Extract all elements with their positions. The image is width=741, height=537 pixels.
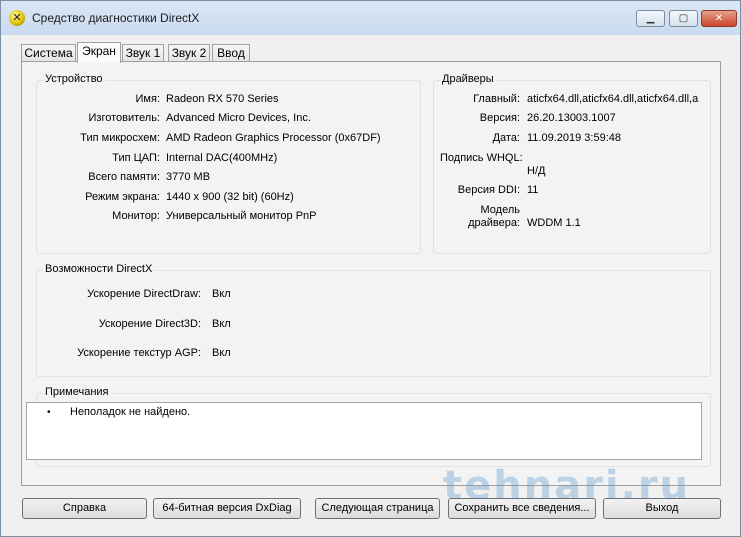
tab-system[interactable]: Система [21,44,76,62]
directx-icon: ✕ [9,10,25,26]
maximize-button[interactable]: ▢ [669,10,698,27]
total-memory-value: 3770 MB [166,171,211,183]
close-button[interactable]: ✕ [701,10,737,27]
driver-version-value: 26.20.13003.1007 [527,112,616,124]
manufacturer-label: Изготовитель: [88,112,161,124]
save-all-button[interactable]: Сохранить все сведения... [448,498,596,519]
chip-type-value: AMD Radeon Graphics Processor (0x67DF) [166,132,381,144]
next-page-button[interactable]: Следующая страница [315,498,440,519]
dac-type-label: Тип ЦАП: [112,152,160,164]
device-group-title: Устройство [43,73,105,85]
directdraw-value: Вкл [212,288,231,300]
display-mode-value: 1440 x 900 (32 bit) (60Hz) [166,191,294,203]
tab-sound-1[interactable]: Звук 1 [122,44,164,62]
drivers-group-title: Драйверы [440,73,496,85]
tab-display[interactable]: Экран [77,42,121,63]
help-button[interactable]: Справка [22,498,147,519]
minimize-icon: ▁ [646,13,655,24]
title-bar[interactable]: ✕ Средство диагностики DirectX ▁ ▢ ✕ [1,1,740,35]
driver-version-label: Версия: [479,112,520,124]
notes-item: Неполадок не найдено. [70,406,191,418]
dxdiag-window: ✕ Средство диагностики DirectX ▁ ▢ ✕ Сис… [0,0,741,537]
direct3d-value: Вкл [212,318,231,330]
driver-model-label-1: Модель [480,204,520,216]
device-name-label: Имя: [135,93,160,105]
chip-type-label: Тип микросхем: [80,132,160,144]
total-memory-label: Всего памяти: [88,171,160,183]
ddi-version-label: Версия DDI: [457,184,520,196]
ddi-version-value: 11 [527,184,539,196]
driver-model-label-2: драйвера: [468,217,520,229]
monitor-value: Универсальный монитор PnP [166,210,317,222]
display-mode-label: Режим экрана: [85,191,160,203]
notes-bullet: • [47,407,51,418]
dac-type-value: Internal DAC(400MHz) [166,152,278,164]
main-driver-value: aticfx64.dll,aticfx64.dll,aticfx64.dll,a [527,93,699,105]
close-icon: ✕ [714,13,724,24]
exit-button[interactable]: Выход [603,498,721,519]
monitor-label: Монитор: [112,210,160,222]
manufacturer-value: Advanced Micro Devices, Inc. [166,112,311,124]
directdraw-label: Ускорение DirectDraw: [87,288,201,300]
whql-label: Подпись WHQL: [440,152,523,164]
device-group: Устройство [36,73,421,254]
maximize-icon: ▢ [678,13,689,24]
notes-group-title: Примечания [43,386,111,398]
minimize-button[interactable]: ▁ [636,10,665,27]
tab-input[interactable]: Ввод [212,44,250,62]
window-title: Средство диагностики DirectX [32,11,200,25]
tab-sound-2[interactable]: Звук 2 [168,44,210,62]
driver-date-value: 11.09.2019 3:59:48 [527,132,621,144]
directx-features-title: Возможности DirectX [43,263,155,275]
main-driver-label: Главный: [473,93,520,105]
agp-texture-value: Вкл [212,347,231,359]
device-name-value: Radeon RX 570 Series [166,93,279,105]
driver-model-value: WDDM 1.1 [527,217,581,229]
driver-date-label: Дата: [492,132,520,144]
whql-value: Н/Д [527,165,546,177]
agp-texture-label: Ускорение текстур AGP: [77,347,201,359]
dxdiag-64bit-button[interactable]: 64-битная версия DxDiag [153,498,301,519]
direct3d-label: Ускорение Direct3D: [98,318,201,330]
